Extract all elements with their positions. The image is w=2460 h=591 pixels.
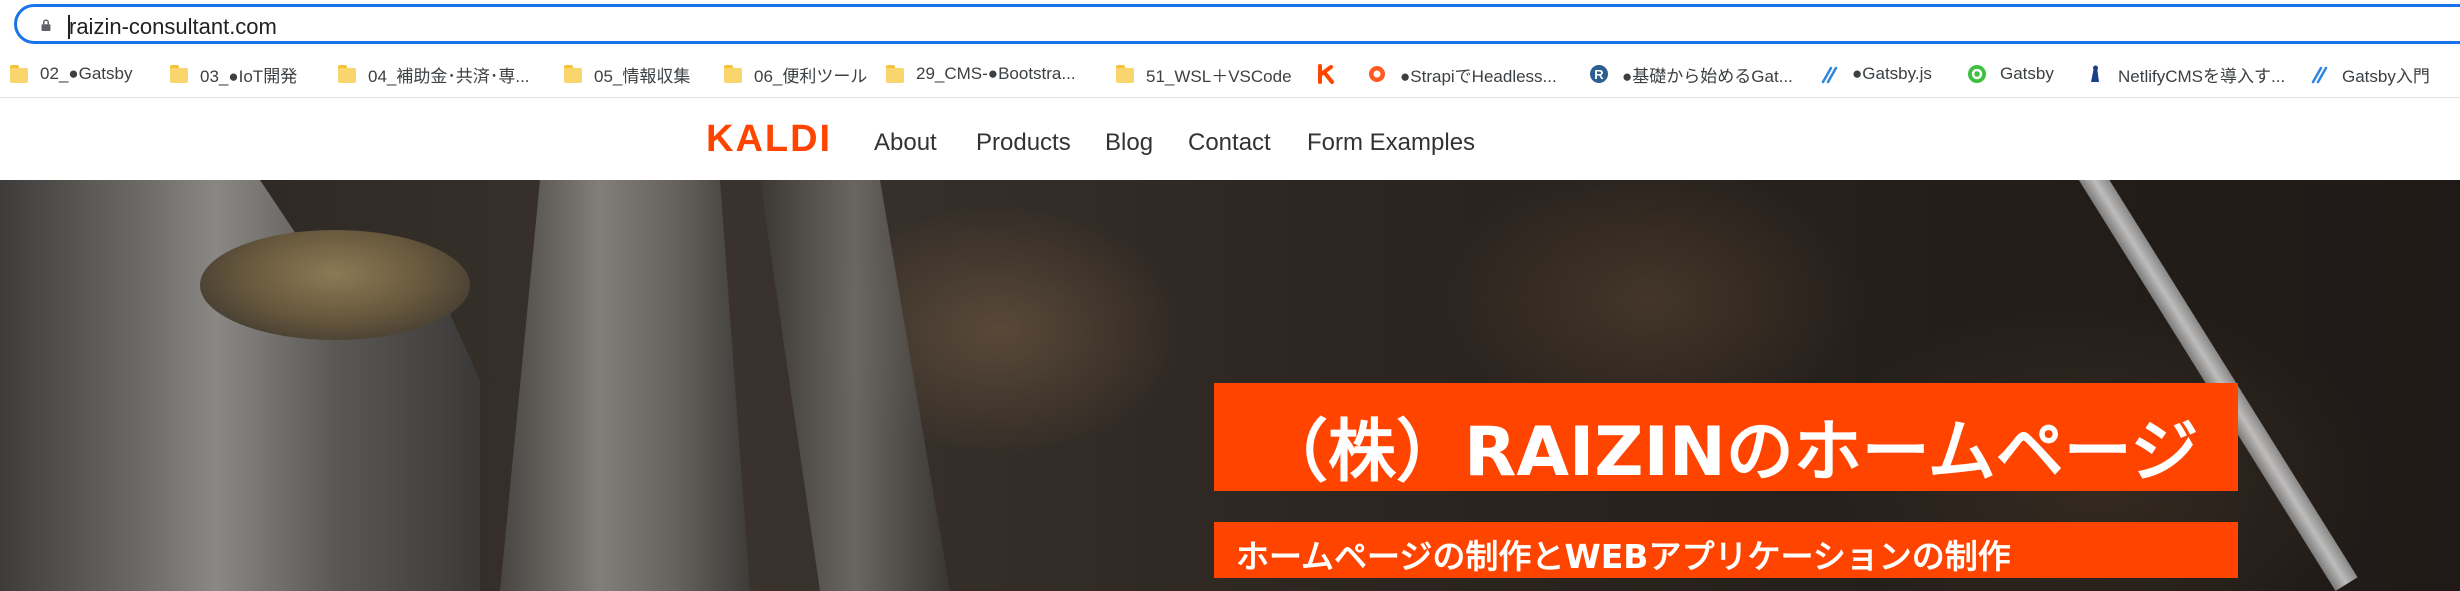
r-favicon-icon: R xyxy=(1590,65,1608,83)
kaldi-logo[interactable]: KALDI xyxy=(706,118,832,161)
nav-blog[interactable]: Blog xyxy=(1105,129,1153,157)
omnibox[interactable]: raizin-consultant.com xyxy=(14,4,2460,44)
hero-background-pipe xyxy=(500,180,750,591)
bookmark-k[interactable] xyxy=(1316,60,1350,88)
bookmark-folder-tools[interactable]: 06_便利ツール xyxy=(724,60,867,88)
svg-text:R: R xyxy=(1594,67,1604,82)
bookmark-label: ●StrapiでHeadless... xyxy=(1400,66,1557,86)
bookmark-folder-wsl[interactable]: 51_WSL＋VSCode xyxy=(1116,60,1292,88)
bookmark-strapi[interactable]: ●StrapiでHeadless... xyxy=(1366,60,1557,88)
bookmark-netlifycms[interactable]: NetlifyCMSを導入す... xyxy=(2084,60,2285,88)
hero-background-pipe xyxy=(760,180,950,591)
bookmark-folder-cms[interactable]: 29_CMS-●Bootstra... xyxy=(886,60,1076,88)
bookmark-label: 04_補助金･共済･専... xyxy=(368,66,530,86)
folder-icon xyxy=(724,65,742,83)
nav-about[interactable]: About xyxy=(874,129,937,157)
bookmark-label: NetlifyCMSを導入す... xyxy=(2118,66,2286,86)
bookmarks-bar: 02_●Gatsby 03_●IoT開発 04_補助金･共済･専... 05_情… xyxy=(0,50,2460,98)
bookmark-gatsby[interactable]: Gatsby xyxy=(1966,60,2054,88)
hero-background-ring xyxy=(200,230,470,340)
address-bar: raizin-consultant.com xyxy=(0,0,2460,48)
bookmark-folder-subsidy[interactable]: 04_補助金･共済･専... xyxy=(338,60,530,88)
url-text[interactable]: raizin-consultant.com xyxy=(69,14,277,40)
bookmark-folder-gatsby[interactable]: 02_●Gatsby xyxy=(10,60,133,88)
k-favicon-icon xyxy=(1318,64,1334,84)
folder-icon xyxy=(1116,65,1134,83)
bookmark-folder-iot[interactable]: 03_●IoT開発 xyxy=(170,60,297,88)
bookmark-gatsby-intro[interactable]: Gatsby入門 xyxy=(2308,60,2430,88)
nav-products[interactable]: Products xyxy=(976,129,1071,157)
hero-title: （株）RAIZINのホームページ xyxy=(1260,413,2199,492)
bookmark-label: 06_便利ツール xyxy=(754,66,868,86)
bookmark-gatsbyjs[interactable]: ●Gatsby.js xyxy=(1818,60,1932,88)
bookmark-label: ●基礎から始めるGat... xyxy=(1622,66,1793,86)
folder-icon xyxy=(886,65,904,83)
green-at-icon xyxy=(1968,65,1986,83)
nav-form-examples[interactable]: Form Examples xyxy=(1307,129,1475,157)
netlify-slash-icon xyxy=(1821,66,1838,84)
bookmark-label: 51_WSL＋VSCode xyxy=(1146,66,1292,86)
bookmark-gatsby-basics[interactable]: R ●基礎から始めるGat... xyxy=(1588,60,1793,88)
bookmark-label: 05_情報収集 xyxy=(594,66,691,86)
bookmark-folder-info[interactable]: 05_情報収集 xyxy=(564,60,690,88)
bookmark-label: ●Gatsby.js xyxy=(1852,64,1932,83)
bookmark-label: 29_CMS-●Bootstra... xyxy=(916,64,1076,83)
person-favicon-icon xyxy=(2091,65,2099,82)
bookmark-label: 03_●IoT開発 xyxy=(200,66,298,86)
nav-contact[interactable]: Contact xyxy=(1188,129,1271,157)
bookmark-label: 02_●Gatsby xyxy=(40,64,133,83)
folder-icon xyxy=(338,65,356,83)
hero-subtitle: ホームページの制作とWEBアプリケーションの制作 xyxy=(1236,537,2011,576)
folder-icon xyxy=(10,65,28,83)
netlify-slash-icon xyxy=(2311,66,2328,84)
strapi-favicon-icon xyxy=(1369,66,1385,82)
folder-icon xyxy=(170,65,188,83)
site-navbar: KALDI About Products Blog Contact Form E… xyxy=(0,98,2460,180)
bookmark-label: Gatsby入門 xyxy=(2342,66,2430,86)
lock-icon[interactable] xyxy=(39,19,53,31)
bookmark-label: Gatsby xyxy=(2000,64,2054,83)
folder-icon xyxy=(564,65,582,83)
